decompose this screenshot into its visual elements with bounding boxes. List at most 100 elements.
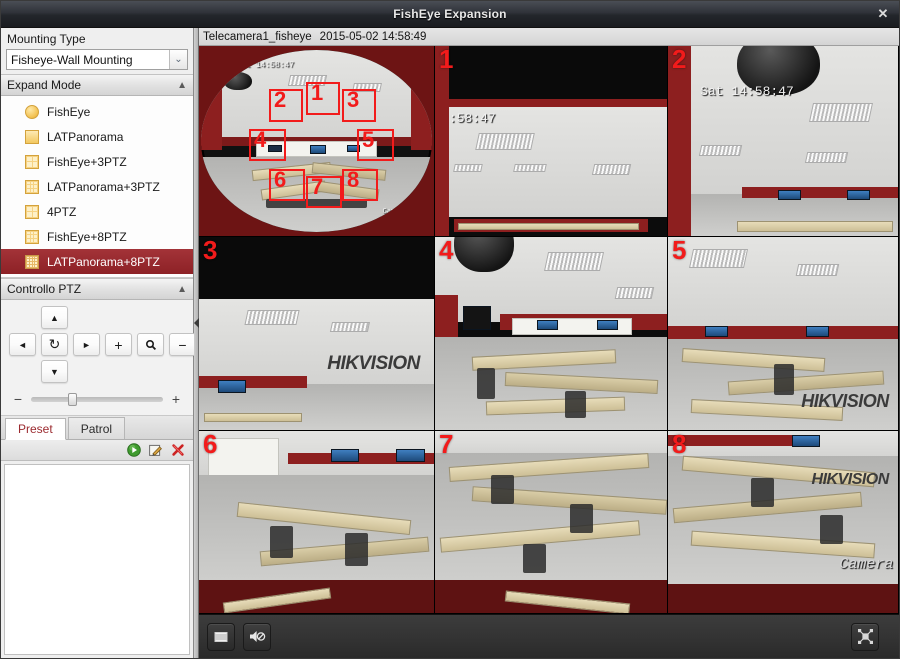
expand-mode-item-latpanorama-plus-8ptz[interactable]: LATPanorama+8PTZ (1, 249, 193, 274)
roi-label-6: 6 (274, 167, 287, 192)
ptz-cell-number-8: 8 (672, 431, 687, 459)
ptz-watermark-3: HIKVISION (327, 352, 420, 374)
ptz-speed-slider-row: − + (1, 387, 193, 413)
ptz-speed-slider-knob[interactable] (67, 392, 77, 406)
expand-mode-label: FishEye (47, 104, 91, 119)
ptz-scene-1: :58:47 (435, 46, 667, 236)
roi-label-2: 2 (274, 87, 287, 112)
ptz-scene-3: HIKVISION (199, 237, 434, 430)
ptz-cell-number-7: 7 (439, 431, 454, 459)
expand-mode-label: 4PTZ (47, 204, 77, 219)
expand-mode-item-latpanorama-plus-3ptz[interactable]: LATPanorama+3PTZ (1, 174, 193, 199)
window-body: Mounting Type Fisheye-Wall Mounting ⌄ Ex… (1, 28, 899, 658)
ptz-cell-number-3: 3 (203, 237, 218, 265)
ptz-scene-7 (435, 431, 667, 613)
roi-box-6[interactable]: 6 (269, 169, 305, 201)
fisheye-circle-icon (25, 104, 39, 119)
expand-mode-label: LATPanorama+3PTZ (47, 179, 160, 194)
expand-mode-item-4ptz[interactable]: 4PTZ (1, 199, 193, 224)
expand-mode-item-fisheye-plus-3ptz[interactable]: FishEye+3PTZ (1, 149, 193, 174)
video-panel: Telecamera1_fisheye 2015-05-02 14:58:49 (199, 28, 899, 658)
ptz-focus-button[interactable] (137, 333, 164, 356)
ptz-zoom-in-button[interactable]: + (105, 333, 132, 356)
magnifier-icon (145, 339, 156, 350)
expand-mode-title: Expand Mode (7, 78, 82, 92)
ptz-cell-2[interactable]: Sat 14:58:47 2 (668, 46, 899, 237)
ptz-cell-1[interactable]: :58:47 1 (435, 46, 668, 237)
ptz-right-button[interactable]: ► (73, 333, 100, 356)
grid-3x3-icon (25, 179, 39, 194)
grid-3x3-icon (25, 229, 39, 244)
tab-patrol[interactable]: Patrol (67, 417, 126, 439)
roi-label-5: 5 (362, 127, 375, 152)
ptz-osd-2: Sat 14:58:47 (700, 84, 794, 99)
preset-list[interactable] (4, 464, 190, 655)
grid-4x4-icon (25, 254, 39, 269)
fisheye-expansion-window: FishEye Expansion ✕ Mounting Type Fishey… (0, 0, 900, 659)
ptz-osd-1: :58:47 (448, 110, 496, 126)
preset-patrol-tabs: Preset Patrol (1, 416, 193, 440)
roi-box-2[interactable]: 2 (269, 89, 303, 122)
ptz-control-area: ▲ ◄ ↻ ► + − ▼ − + (1, 300, 196, 416)
camera-name-label: Telecamera1_fisheye (203, 30, 312, 43)
chevron-up-icon: ▲ (177, 79, 187, 91)
expand-mode-list: FishEye LATPanorama FishEye+3PTZ LATPanoram… (1, 96, 193, 278)
roi-box-7[interactable]: 7 (306, 176, 342, 208)
roi-label-7: 7 (311, 174, 324, 199)
chevron-down-icon: ⌄ (169, 50, 187, 69)
expand-mode-item-latpanorama[interactable]: LATPanorama (1, 124, 193, 149)
expand-mode-label: FishEye+8PTZ (47, 229, 127, 244)
video-header: Telecamera1_fisheye 2015-05-02 14:58:49 (199, 28, 899, 46)
mounting-type-select[interactable]: Fisheye-Wall Mounting ⌄ (6, 49, 188, 70)
roi-label-4: 4 (254, 127, 267, 152)
fisheye-background: 2015 Sat 14:58:47 Camera 01 1 2 3 4 5 6 … (199, 46, 434, 236)
expand-mode-item-fisheye-plus-8ptz[interactable]: FishEye+8PTZ (1, 224, 193, 249)
ptz-cell-5[interactable]: HIKVISION 5 (668, 237, 899, 431)
ptz-cell-6[interactable]: 6 (199, 431, 435, 614)
mounting-type-label: Mounting Type (1, 28, 193, 49)
panorama-source-cell[interactable]: 2015 Sat 14:58:47 Camera 01 1 2 3 4 5 6 … (199, 46, 435, 237)
roi-box-3[interactable]: 3 (342, 89, 376, 122)
roi-label-3: 3 (347, 87, 360, 112)
ptz-auto-scan-button[interactable]: ↻ (41, 333, 68, 356)
left-control-panel: Mounting Type Fisheye-Wall Mounting ⌄ Ex… (1, 28, 196, 658)
ptz-cell-3[interactable]: HIKVISION 3 (199, 237, 435, 431)
ptz-left-button[interactable]: ◄ (9, 333, 36, 356)
roi-box-4[interactable]: 4 (249, 129, 286, 161)
ptz-section-header[interactable]: Controllo PTZ ▲ (1, 278, 193, 300)
ptz-up-button[interactable]: ▲ (41, 306, 68, 329)
mounting-type-value: Fisheye-Wall Mounting (11, 52, 133, 67)
video-timestamp: 2015-05-02 14:58:49 (319, 30, 427, 43)
tab-preset[interactable]: Preset (5, 418, 66, 440)
ptz-cell-7[interactable]: 7 (435, 431, 668, 614)
ptz-zoom-out-button[interactable]: − (169, 333, 196, 356)
window-title: FishEye Expansion (393, 7, 507, 21)
fisheye-osd-timestamp: 2015 Sat 14:58:47 (212, 60, 295, 70)
close-icon[interactable]: ✕ (873, 5, 893, 23)
play-preset-icon[interactable] (126, 443, 141, 458)
ptz-scene-4 (435, 237, 667, 430)
roi-box-1[interactable]: 1 (306, 82, 340, 115)
ptz-cell-number-4: 4 (439, 237, 454, 265)
roi-box-8[interactable]: 8 (342, 169, 378, 201)
ptz-cell-number-1: 1 (439, 46, 454, 74)
ptz-down-button[interactable]: ▼ (41, 360, 68, 383)
ptz-speed-slider[interactable] (31, 392, 163, 406)
grid-2x2-icon (25, 154, 39, 169)
speaker-muted-icon[interactable] (243, 622, 271, 651)
ptz-cell-4[interactable]: 4 (435, 237, 668, 431)
capture-snapshot-icon[interactable] (207, 622, 235, 651)
fullscreen-expand-icon[interactable] (851, 622, 879, 651)
expand-mode-section-header[interactable]: Expand Mode ▲ (1, 74, 193, 96)
edit-preset-icon[interactable] (148, 443, 163, 458)
ptz-cell-number-5: 5 (672, 237, 687, 265)
ptz-scene-5: HIKVISION (668, 237, 898, 430)
delete-preset-icon[interactable] (170, 443, 185, 458)
mounting-type-combo-wrap: Fisheye-Wall Mounting ⌄ (1, 49, 193, 74)
roi-box-5[interactable]: 5 (357, 129, 394, 161)
ptz-cell-8[interactable]: HIKVISION Camera 8 (668, 431, 899, 614)
expand-mode-label: FishEye+3PTZ (47, 154, 127, 169)
ptz-watermark-8-hik: HIKVISION (811, 471, 890, 489)
expand-mode-item-fisheye[interactable]: FishEye (1, 99, 193, 124)
ptz-scene-8: HIKVISION Camera (668, 431, 898, 613)
